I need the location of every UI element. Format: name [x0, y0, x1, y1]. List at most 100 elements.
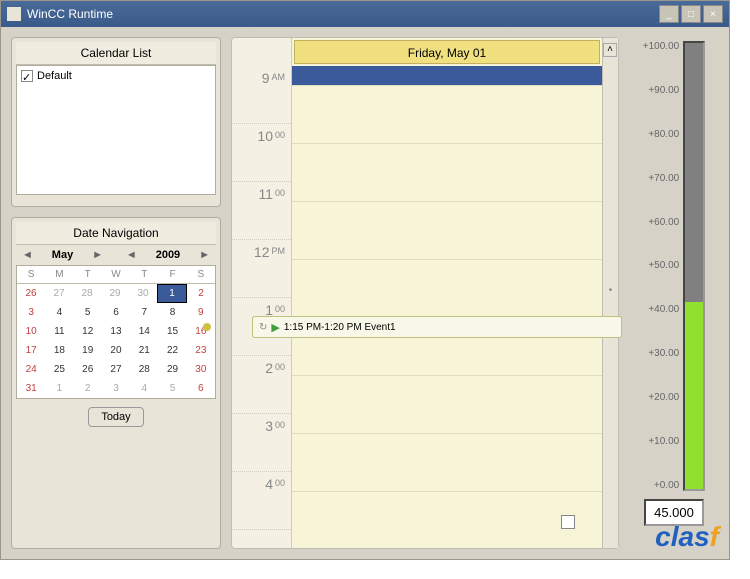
hour-block[interactable] [292, 434, 602, 492]
hour-block[interactable] [292, 86, 602, 144]
scroll-indicator: • [602, 38, 618, 548]
day-view-panel: 9AM 1000 1100 12PM 100 200 300 400 Frida… [231, 37, 619, 549]
day-cell[interactable]: 21 [130, 341, 158, 360]
calendar-grid: S M T W T F S 26 27 28 29 30 1 [16, 265, 216, 399]
next-year-arrow[interactable]: ► [195, 249, 214, 261]
day-cell[interactable]: 23 [187, 341, 215, 360]
day-cell[interactable]: 29 [158, 360, 186, 379]
day-cell[interactable]: 12 [74, 322, 102, 341]
titlebar[interactable]: WinCC Runtime _ □ × [1, 1, 729, 27]
window-controls: _ □ × [659, 5, 723, 23]
gauge-label: +20.00 [643, 392, 679, 403]
day-cell[interactable]: 26 [74, 360, 102, 379]
scroll-marker-icon[interactable]: • [603, 285, 618, 301]
time-slot: 1100 [232, 182, 291, 240]
appointment-item[interactable]: ↻ ▶ 1:15 PM-1:20 PM Event1 [252, 316, 622, 338]
today-button[interactable]: Today [88, 407, 143, 427]
gauge-bar [683, 41, 705, 491]
dow-cell: T [74, 266, 102, 283]
watermark-text-1: clas [655, 521, 710, 552]
gauge-label: +10.00 [643, 436, 679, 447]
app-window: WinCC Runtime _ □ × Calendar List ✓ Defa… [0, 0, 730, 560]
day-cell[interactable]: 6 [187, 379, 215, 398]
date-navigation-panel: Date Navigation ◄ May ► ◄ 2009 ► S M T W… [11, 217, 221, 549]
day-cell[interactable]: 20 [102, 341, 130, 360]
day-header: Friday, May 01 ˄ [294, 40, 600, 64]
gauge-panel: +100.00 +90.00 +80.00 +70.00 +60.00 +50.… [629, 37, 719, 549]
day-cell[interactable]: 14 [130, 322, 158, 341]
day-cell[interactable]: 2 [74, 379, 102, 398]
calendar-list-panel: Calendar List ✓ Default [11, 37, 221, 207]
day-cell[interactable]: 6 [102, 303, 130, 322]
day-cell[interactable]: 17 [17, 341, 45, 360]
day-cell[interactable]: 28 [73, 284, 101, 303]
year-label[interactable]: 2009 [156, 249, 180, 261]
day-cell[interactable]: 19 [74, 341, 102, 360]
day-cell[interactable]: 18 [45, 341, 73, 360]
day-cell[interactable]: 11 [45, 322, 73, 341]
hour-block-selected[interactable] [292, 66, 602, 86]
maximize-button[interactable]: □ [681, 5, 701, 23]
day-cell[interactable]: 24 [17, 360, 45, 379]
dow-header-row: S M T W T F S [17, 266, 215, 284]
day-cell[interactable]: 4 [130, 379, 158, 398]
day-header-label: Friday, May 01 [408, 46, 486, 60]
day-cell[interactable]: 10 [17, 322, 45, 341]
collapse-icon[interactable]: ˄ [603, 43, 617, 57]
gauge-label: +80.00 [643, 129, 679, 140]
day-cell[interactable]: 9 [187, 303, 215, 322]
gauge-label: +40.00 [643, 304, 679, 315]
minimize-button[interactable]: _ [659, 5, 679, 23]
day-cell[interactable]: 15 [158, 322, 186, 341]
hour-block[interactable] [292, 202, 602, 260]
gauge-label: +90.00 [643, 85, 679, 96]
day-cell[interactable]: 30 [129, 284, 157, 303]
prev-month-arrow[interactable]: ◄ [18, 249, 37, 261]
content-area: Calendar List ✓ Default Date Navigation … [1, 27, 729, 559]
day-cell[interactable]: 28 [130, 360, 158, 379]
day-cell[interactable]: 25 [45, 360, 73, 379]
day-cell[interactable]: 1 [45, 379, 73, 398]
time-slot: 1000 [232, 124, 291, 182]
day-cell-selected[interactable]: 1 [157, 284, 187, 303]
prev-year-arrow[interactable]: ◄ [122, 249, 141, 261]
month-label[interactable]: May [52, 249, 73, 261]
time-slot: 400 [232, 472, 291, 530]
watermark-logo: clasf [655, 521, 719, 553]
time-slot: 300 [232, 414, 291, 472]
footer-checkbox[interactable] [561, 515, 575, 529]
hour-block[interactable] [292, 376, 602, 434]
day-cell[interactable]: 22 [158, 341, 186, 360]
day-cell[interactable]: 8 [158, 303, 186, 322]
gauge-label: +50.00 [643, 260, 679, 271]
day-cell[interactable]: 3 [17, 303, 45, 322]
calendar-week-row: 24 25 26 27 28 29 30 [17, 360, 215, 379]
close-button[interactable]: × [703, 5, 723, 23]
day-cell[interactable]: 3 [102, 379, 130, 398]
day-cell[interactable]: 26 [17, 284, 45, 303]
gauge-label: +70.00 [643, 173, 679, 184]
day-cell[interactable]: 4 [45, 303, 73, 322]
day-cell[interactable]: 2 [187, 284, 215, 303]
app-icon [7, 7, 21, 21]
hour-block[interactable] [292, 144, 602, 202]
hour-block[interactable] [292, 260, 602, 318]
day-cell[interactable]: 5 [74, 303, 102, 322]
day-cell[interactable]: 29 [101, 284, 129, 303]
day-cell[interactable]: 5 [158, 379, 186, 398]
day-cell[interactable]: 27 [45, 284, 73, 303]
day-cell[interactable]: 7 [130, 303, 158, 322]
checkbox-icon[interactable]: ✓ [21, 70, 33, 82]
date-nav-header: Date Navigation [16, 222, 216, 245]
calendar-list-item[interactable]: ✓ Default [21, 70, 211, 82]
day-cell[interactable]: 27 [102, 360, 130, 379]
next-month-arrow[interactable]: ► [88, 249, 107, 261]
day-cell[interactable]: 31 [17, 379, 45, 398]
gauge-label: +0.00 [643, 480, 679, 491]
day-cell[interactable]: 30 [187, 360, 215, 379]
day-column[interactable]: Friday, May 01 ˄ ↻ ▶ 1:1 [292, 38, 602, 548]
window-title: WinCC Runtime [27, 7, 659, 21]
day-body[interactable]: ↻ ▶ 1:15 PM-1:20 PM Event1 [292, 66, 602, 546]
time-slot: 200 [232, 356, 291, 414]
day-cell[interactable]: 13 [102, 322, 130, 341]
